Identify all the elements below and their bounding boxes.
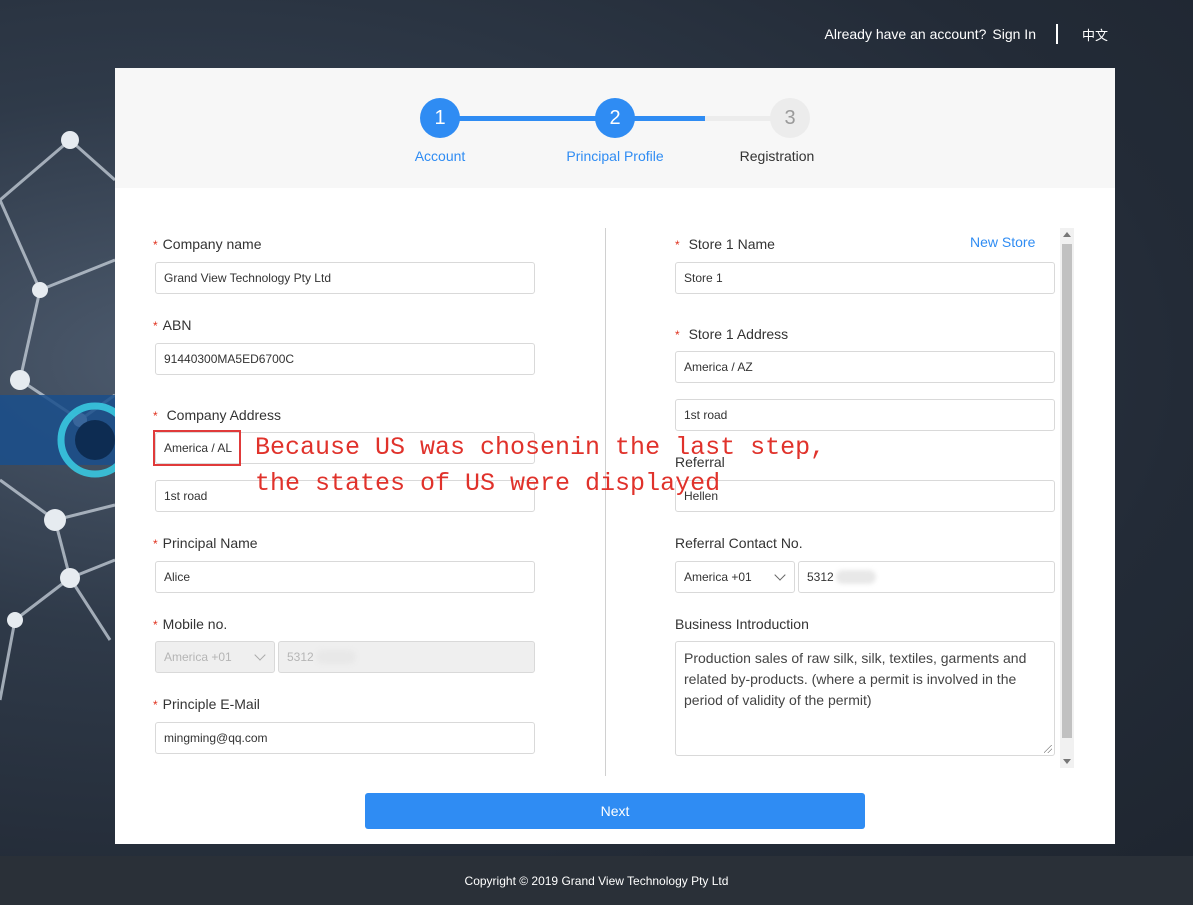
redacted-digits <box>835 570 876 584</box>
top-nav: Already have an account? Sign In 中文 <box>824 24 1108 44</box>
resize-grip-icon[interactable] <box>1044 745 1052 753</box>
referral-contact-input[interactable]: 5312 <box>798 561 1055 593</box>
company-name-label: * Company name <box>153 236 262 252</box>
company-address-label: * Company Address <box>153 407 281 423</box>
chevron-down-icon <box>254 649 266 661</box>
principal-name-input[interactable]: Alice <box>155 561 535 593</box>
mobile-number-input: 5312 <box>278 641 535 673</box>
step-2-label: Principal Profile <box>566 148 664 164</box>
annotation-line-1: Because US was chosenin the last step, <box>255 433 826 462</box>
store-address-region-select[interactable]: America / AZ <box>675 351 1055 383</box>
annotation-line-2: the states of US were displayed <box>255 469 721 498</box>
principal-name-label: * Principal Name <box>153 535 258 551</box>
scroll-down-icon[interactable] <box>1063 759 1071 764</box>
company-name-input[interactable]: Grand View Technology Pty Ltd <box>155 262 535 294</box>
footer-copyright: Copyright © 2019 Grand View Technology P… <box>0 856 1193 905</box>
mobile-label: * Mobile no. <box>153 616 228 632</box>
next-button[interactable]: Next <box>365 793 865 829</box>
referral-contact-label: Referral Contact No. <box>675 535 803 551</box>
business-intro-textarea[interactable]: Production sales of raw silk, silk, text… <box>675 641 1055 756</box>
step-2-circle: 2 <box>595 98 635 138</box>
referral-country-code-select[interactable]: America +01 <box>675 561 795 593</box>
annotation-text: Because US was chosenin the last step, th… <box>255 430 825 502</box>
step-1-label: Account <box>414 148 466 164</box>
mobile-country-code-value: America +01 <box>164 650 232 664</box>
mobile-number-value: 5312 <box>287 650 314 664</box>
nav-divider <box>1055 24 1058 44</box>
annotation-highlight-box <box>153 430 241 466</box>
language-switch[interactable]: 中文 <box>1082 25 1108 44</box>
scroll-up-icon[interactable] <box>1063 232 1071 237</box>
mobile-country-code-select: America +01 <box>155 641 275 673</box>
referral-contact-value: 5312 <box>807 570 834 584</box>
step-3-circle: 3 <box>770 98 810 138</box>
store-address-street-input[interactable]: 1st road <box>675 399 1055 431</box>
scroll-thumb[interactable] <box>1062 244 1072 738</box>
sign-in-link[interactable]: Sign In <box>992 26 1036 42</box>
email-input[interactable]: mingming@qq.com <box>155 722 535 754</box>
business-intro-value: Production sales of raw silk, silk, text… <box>684 650 1027 708</box>
email-label: * Principle E-Mail <box>153 696 260 712</box>
already-account-text: Already have an account? <box>824 26 987 42</box>
new-store-link[interactable]: New Store <box>970 234 1035 250</box>
form-scrollbar[interactable] <box>1060 228 1074 768</box>
redacted-digits <box>315 650 356 664</box>
step-progress: 1 2 3 Account Principal Profile Registra… <box>115 68 1115 188</box>
business-intro-label: Business Introduction <box>675 616 809 632</box>
step-1-circle: 1 <box>420 98 460 138</box>
step-3-label: Registration <box>739 148 815 164</box>
store-name-input[interactable]: Store 1 <box>675 262 1055 294</box>
store-address-label: * Store 1 Address <box>675 326 789 342</box>
abn-label: * ABN <box>153 317 192 333</box>
step-line-completed <box>440 116 705 121</box>
chevron-down-icon <box>774 569 786 581</box>
abn-input[interactable]: 91440300MA5ED6700C <box>155 343 535 375</box>
store-name-label: * Store 1 Name <box>675 236 775 252</box>
column-divider <box>605 228 606 776</box>
referral-country-code-value: America +01 <box>684 570 752 584</box>
